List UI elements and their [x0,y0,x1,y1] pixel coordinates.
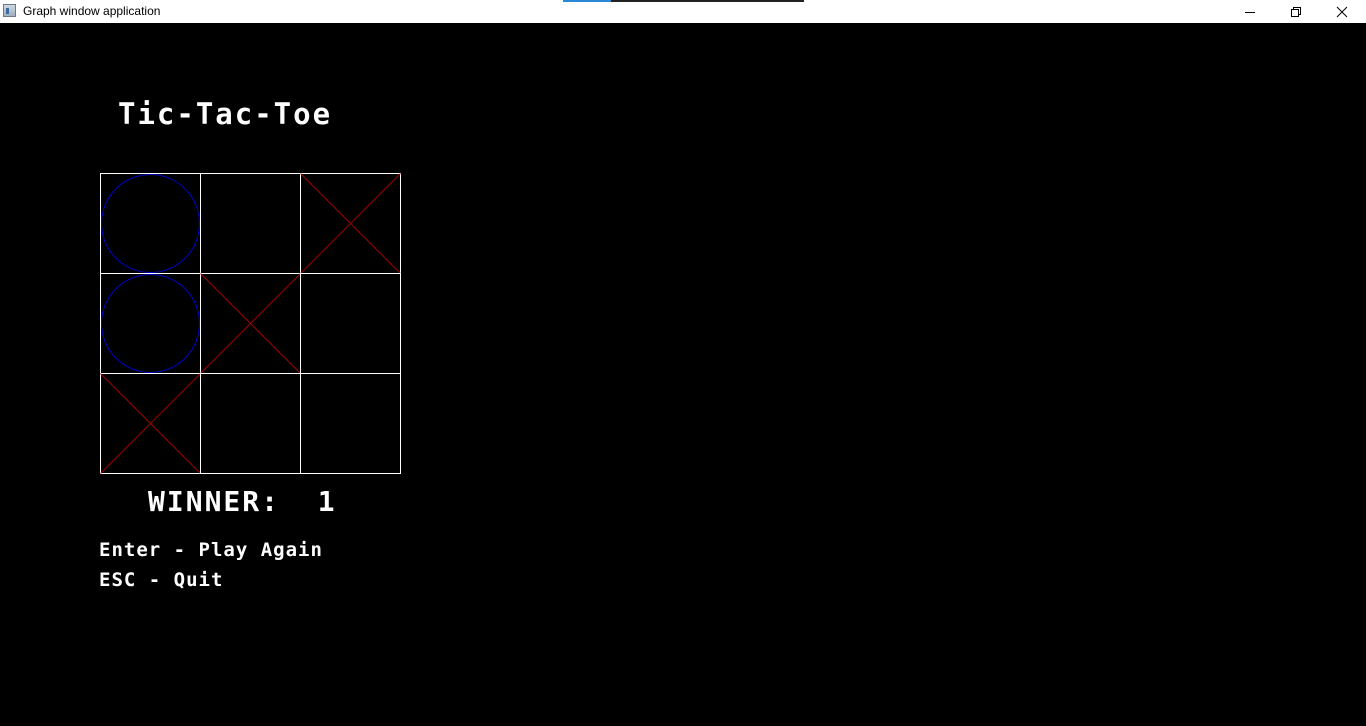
restore-icon [1291,6,1301,17]
game-title: Tic-Tac-Toe [118,97,333,131]
board-graphic [100,173,401,474]
o-mark-1-0 [101,274,200,373]
board-cell-2-2[interactable] [300,373,401,474]
close-button[interactable] [1319,0,1365,23]
winner-status: WINNER: 1 [148,485,337,519]
minimize-button[interactable] [1227,0,1273,23]
game-board[interactable] [100,173,401,474]
app-icon[interactable] [3,4,16,17]
close-icon [1336,6,1348,17]
board-cell-2-1[interactable] [200,373,301,474]
minimize-icon [1245,11,1255,13]
window-title: Graph window application [23,4,161,18]
o-mark-0-0 [101,174,200,273]
progress-fill [563,0,612,2]
board-cell-1-2[interactable] [300,273,401,374]
restore-button[interactable] [1273,0,1319,23]
title-bar[interactable]: Graph window application [0,0,1366,23]
winner-value: 1 [317,485,337,518]
winner-label: WINNER: [148,485,281,518]
taskbar-progress-indicator [563,0,804,2]
instruction-play-again: Enter - Play Again [99,539,323,561]
board-cell-0-1[interactable] [200,173,301,274]
game-canvas[interactable]: Tic-Tac-Toe WINNER: 1 Enter - Play Again… [0,23,1366,726]
instruction-quit: ESC - Quit [99,569,224,591]
